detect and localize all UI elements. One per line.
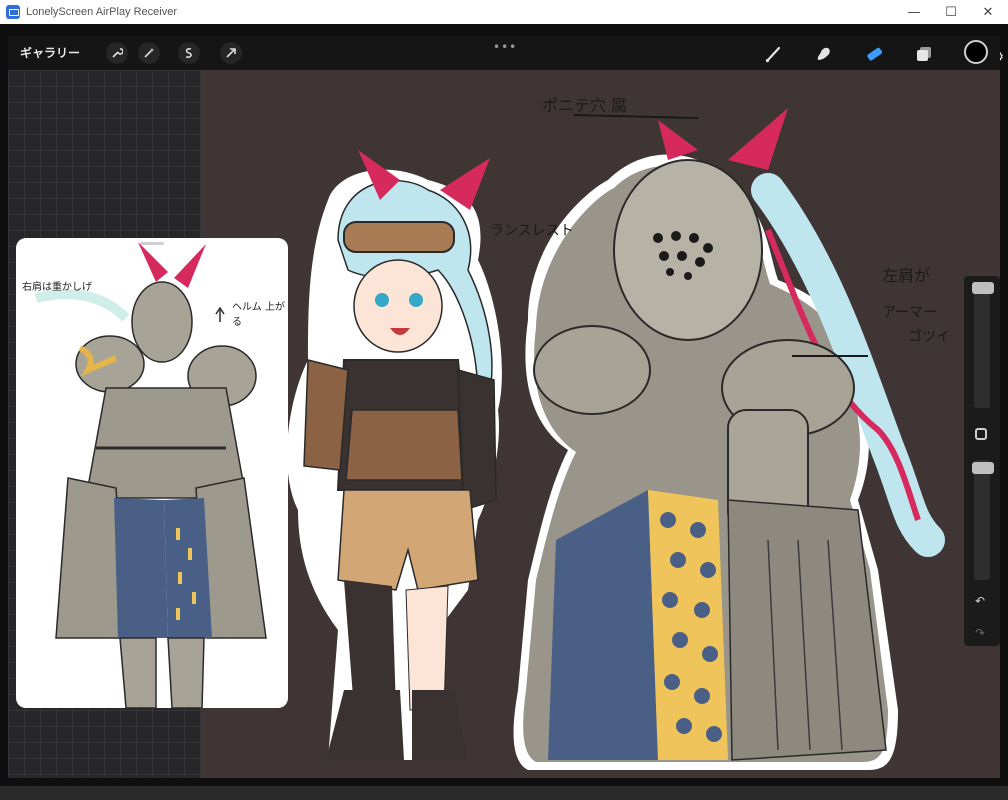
opacity-slider[interactable] <box>974 460 990 580</box>
window-bottom-strip <box>0 786 1008 800</box>
selection-icon[interactable] <box>178 42 200 64</box>
transform-arrow-icon[interactable] <box>220 42 242 64</box>
window-title: LonelyScreen AirPlay Receiver <box>26 6 178 18</box>
modify-button[interactable] <box>975 428 987 440</box>
brush-icon[interactable] <box>762 42 786 66</box>
magic-wand-icon[interactable] <box>138 42 160 64</box>
color-well[interactable] <box>964 40 988 64</box>
note-left-shoulder: 左肩が <box>882 266 931 285</box>
note-ponytail: ポニテ穴 腐 <box>542 96 628 115</box>
toolbar-handle[interactable]: ••• <box>493 40 517 54</box>
wrench-icon[interactable] <box>106 42 128 64</box>
brush-size-thumb[interactable] <box>972 282 994 294</box>
window-title-bar: LonelyScreen AirPlay Receiver — ☐ ✕ <box>0 0 1008 24</box>
eraser-icon[interactable] <box>862 42 886 66</box>
app-icon <box>6 5 20 19</box>
opacity-thumb[interactable] <box>972 462 994 474</box>
maximize-button[interactable]: ☐ <box>931 0 971 24</box>
note-lance-rest: ランスレスト <box>490 223 574 239</box>
undo-button[interactable]: ↶ <box>975 594 985 608</box>
procreate-sidebar: ↶ ↷ <box>964 276 1000 646</box>
layers-icon[interactable] <box>912 42 936 66</box>
gallery-button[interactable]: ギャラリー <box>20 44 80 61</box>
note-rugged: ゴツイ <box>908 329 950 345</box>
redo-button[interactable]: ↷ <box>975 626 985 640</box>
note-armor: アーマー <box>882 305 938 321</box>
brush-size-slider[interactable] <box>974 286 990 408</box>
drawing-canvas[interactable]: ポニテ穴 腐 ランスレスト 左肩が アーマー ゴツイ 右肩は重かしげ ヘルム 上… <box>8 70 1000 778</box>
reference-window[interactable]: 右肩は重かしげ ヘルム 上がる <box>16 238 288 708</box>
reference-note-right-shoulder: 右肩は重かしげ <box>22 282 92 293</box>
close-button[interactable]: ✕ <box>968 0 1008 24</box>
minimize-button[interactable]: — <box>894 0 934 24</box>
procreate-toolbar: ギャラリー ••• <box>8 36 1000 70</box>
reference-note-helmet: ヘルム 上がる <box>232 302 285 328</box>
smudge-icon[interactable] <box>812 42 836 66</box>
